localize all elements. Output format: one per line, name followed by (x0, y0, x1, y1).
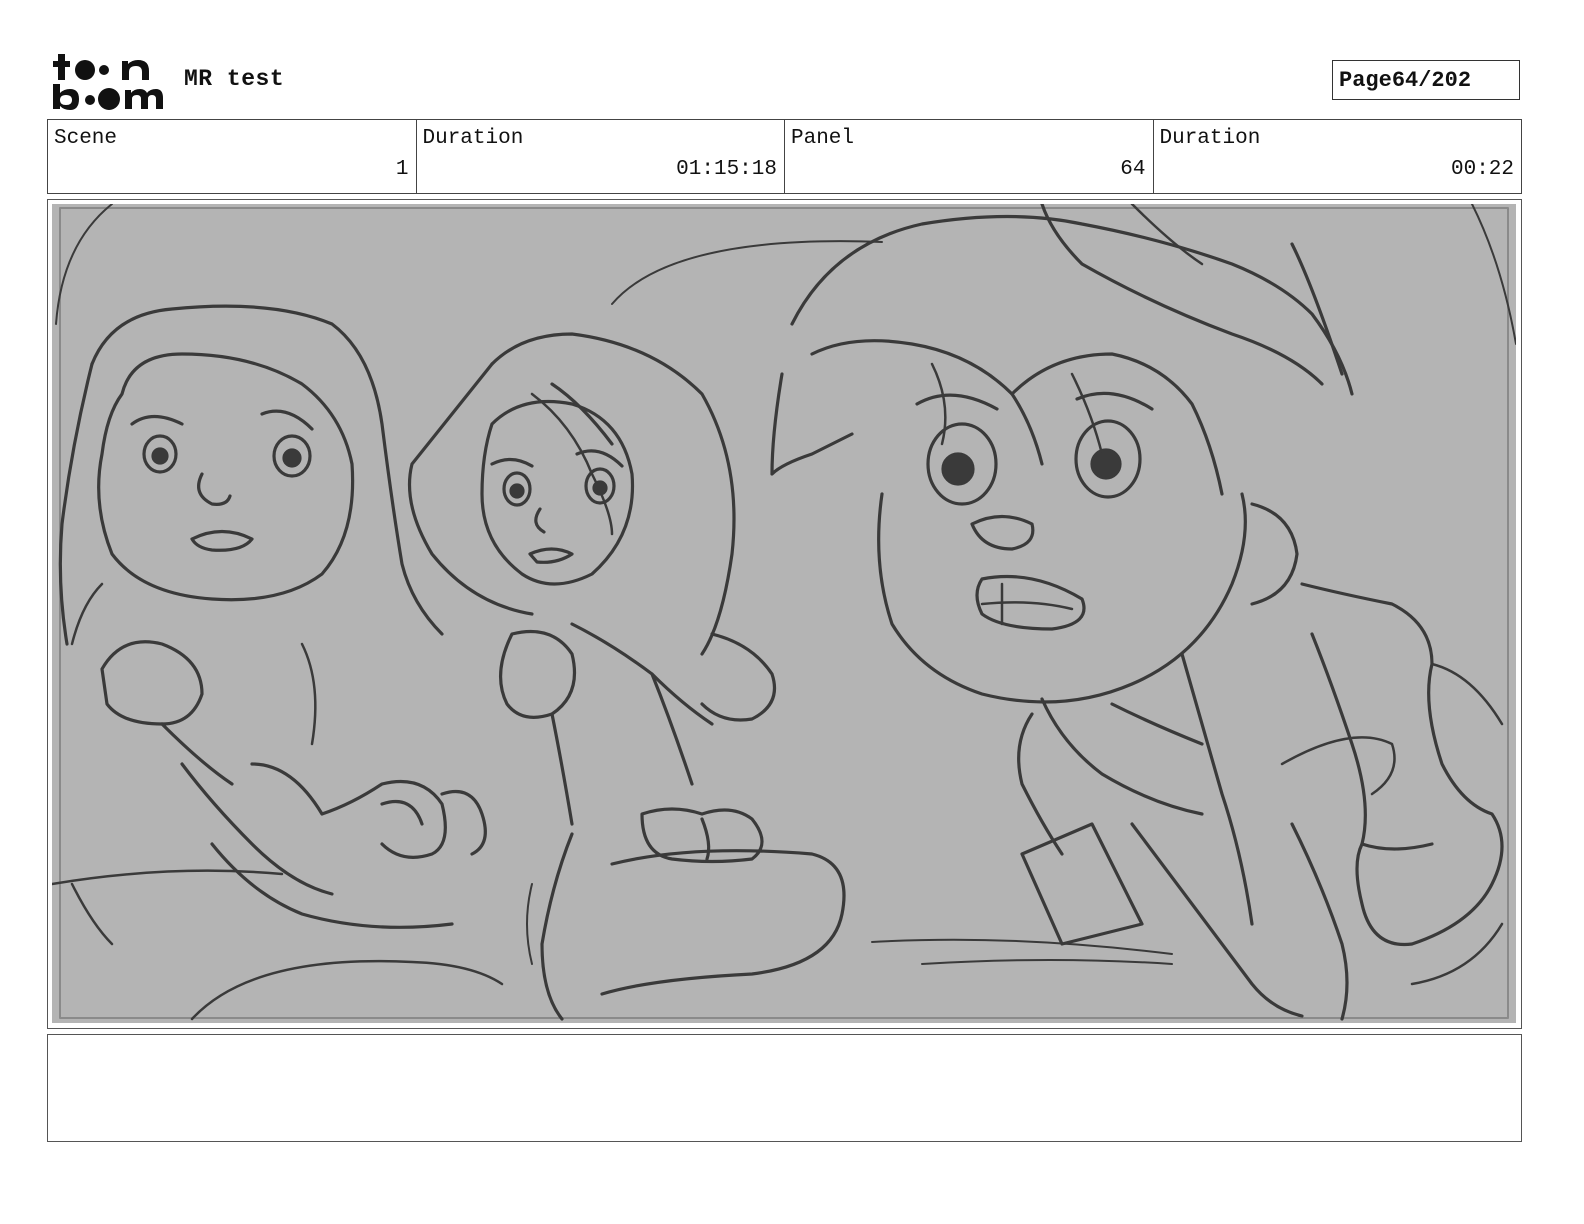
panel-info-bar: Scene 1 Duration 01:15:18 Panel 64 Durat… (47, 119, 1522, 194)
storyboard-sketch (52, 204, 1516, 1023)
page-number: 64/202 (1391, 67, 1472, 93)
scene-duration-label: Duration (422, 127, 524, 150)
project-title: MR test (184, 66, 285, 92)
toonboom-logo-icon (52, 52, 164, 112)
scene-cell: Scene 1 (48, 120, 417, 193)
scene-value: 1 (395, 158, 409, 181)
storyboard-panel-frame (47, 199, 1522, 1029)
panel-label: Panel (791, 127, 855, 150)
panel-duration-value: 00:22 (1450, 158, 1514, 181)
scene-duration-cell: Duration 01:15:18 (417, 120, 785, 193)
panel-duration-label: Duration (1159, 127, 1261, 150)
panel-value: 64 (1120, 158, 1146, 181)
panel-cell: Panel 64 (785, 120, 1154, 193)
panel-notes-box (47, 1034, 1522, 1142)
page-label: Page (1339, 67, 1392, 93)
panel-duration-cell: Duration 00:22 (1154, 120, 1522, 193)
scene-duration-value: 01:15:18 (676, 158, 777, 181)
scene-label: Scene (54, 127, 118, 150)
page-indicator: Page 64/202 (1332, 60, 1520, 100)
